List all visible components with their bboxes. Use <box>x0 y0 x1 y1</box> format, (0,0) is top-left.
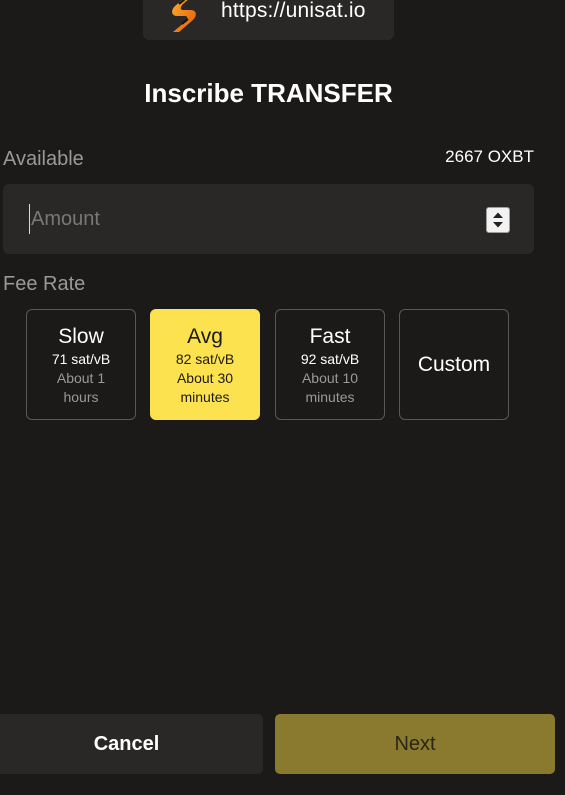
page-title: Inscribe TRANSFER <box>144 78 393 108</box>
fee-option-time: About 1 hours <box>56 370 106 405</box>
amount-input[interactable] <box>29 204 471 234</box>
fee-option-title: Avg <box>187 325 223 348</box>
available-balance: 2667 OXBT <box>445 147 534 166</box>
fee-rate-label: Fee Rate <box>3 273 86 295</box>
cancel-button[interactable]: Cancel <box>0 714 263 774</box>
fee-option-rate: 71 sat/vB <box>51 351 111 367</box>
available-label: Available <box>3 148 84 170</box>
origin-badge: https://unisat.io <box>143 0 394 40</box>
fee-option-avg[interactable]: Avg 82 sat/vB About 30 minutes <box>150 309 260 420</box>
unisat-logo-icon <box>172 0 196 32</box>
fee-option-custom[interactable]: Custom <box>399 309 509 420</box>
amount-field <box>3 184 534 254</box>
fee-option-time: About 30 minutes <box>176 370 234 405</box>
fee-option-title: Slow <box>58 325 104 348</box>
inscribe-transfer-screen: https://unisat.io Inscribe TRANSFER Avai… <box>0 0 565 795</box>
fee-option-title: Custom <box>417 353 491 376</box>
fee-option-fast[interactable]: Fast 92 sat/vB About 10 minutes <box>275 309 385 420</box>
fee-option-rate: 82 sat/vB <box>175 351 235 367</box>
fee-option-time: About 10 minutes <box>301 370 359 405</box>
fee-option-title: Fast <box>309 325 351 348</box>
next-button[interactable]: Next <box>275 714 555 774</box>
origin-url: https://unisat.io <box>221 0 366 22</box>
fee-option-slow[interactable]: Slow 71 sat/vB About 1 hours <box>26 309 136 420</box>
fee-option-rate: 92 sat/vB <box>300 351 360 367</box>
number-stepper-icon[interactable] <box>486 207 510 233</box>
